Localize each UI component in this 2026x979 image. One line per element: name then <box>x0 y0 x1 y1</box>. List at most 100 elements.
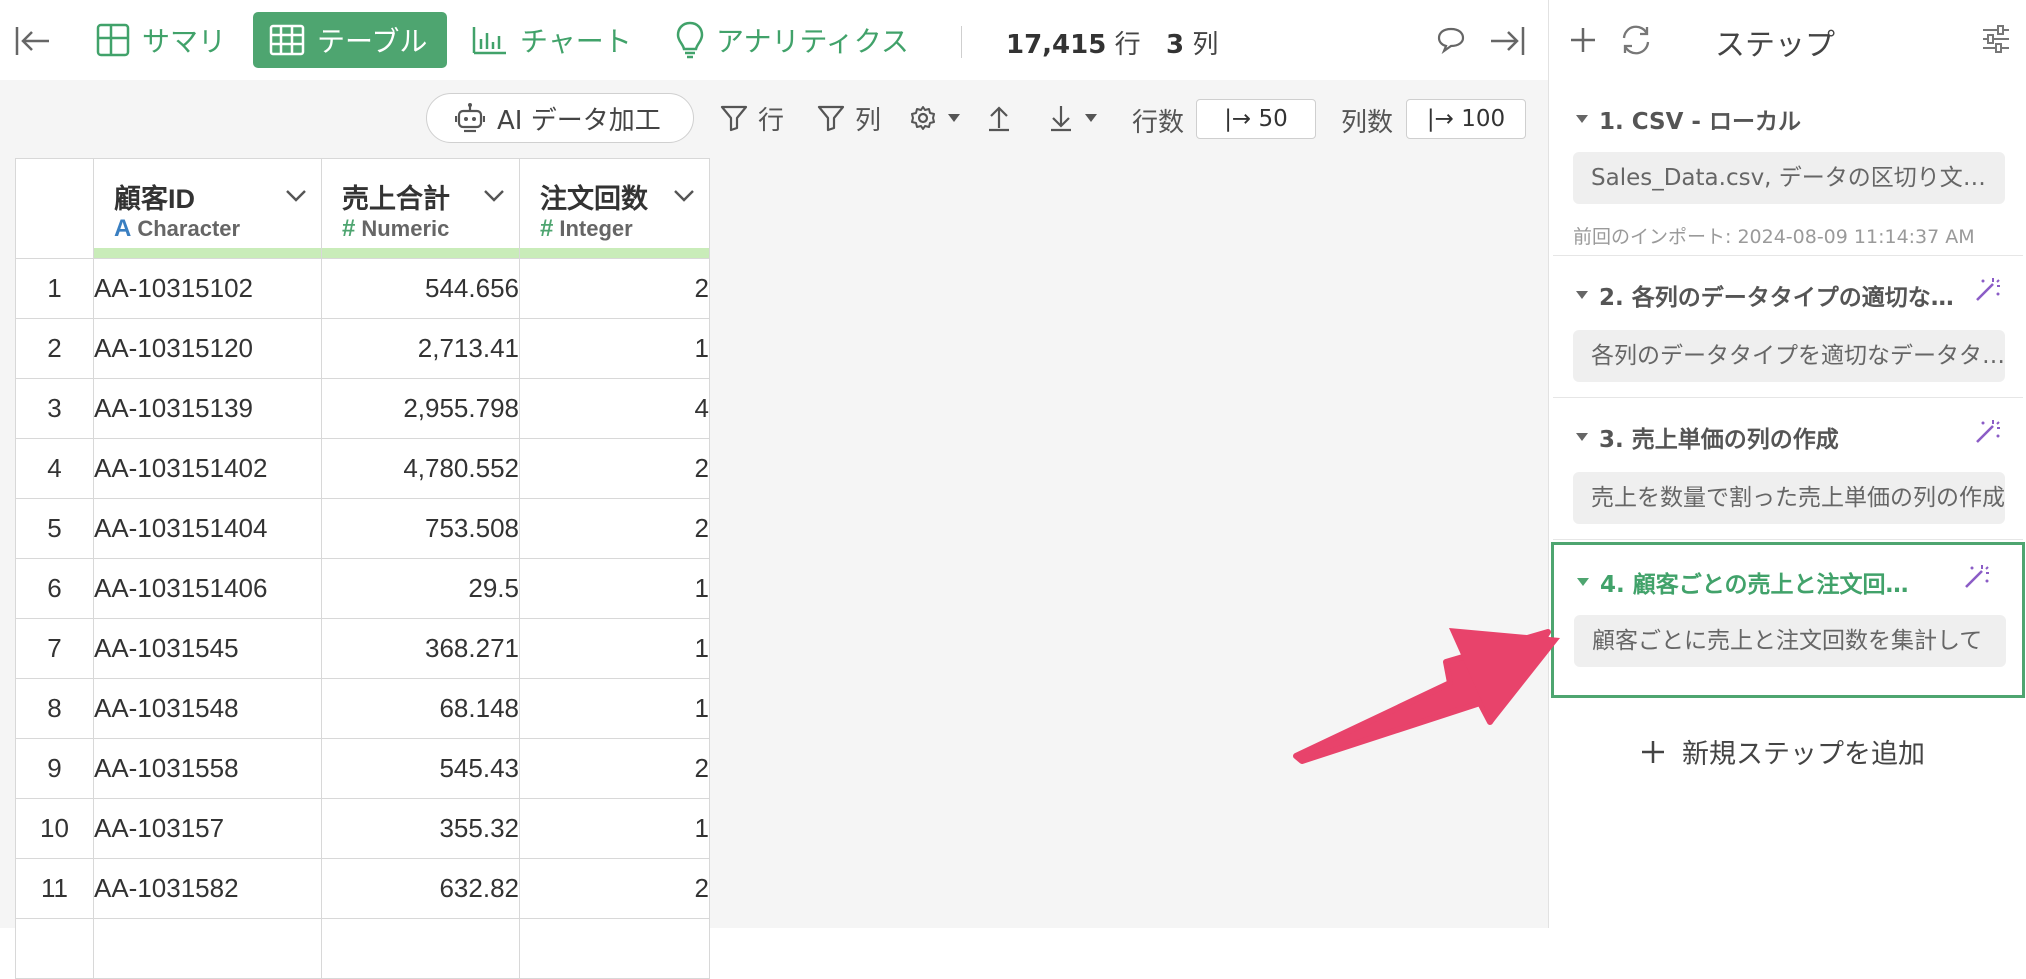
column-header-order-count[interactable]: 注文回数 # Integer <box>519 158 710 259</box>
step-title[interactable]: 3. 売上単価の列の作成 <box>1575 420 1839 454</box>
step-title-label: 4. 顧客ごとの売上と注文回数の集計 <box>1600 572 1930 598</box>
settings-sliders-icon[interactable] <box>1981 24 2011 54</box>
step-description[interactable]: 各列のデータタイプを適切なデータタイプに変換 <box>1573 330 2005 382</box>
tab-chart[interactable]: チャート <box>456 12 648 68</box>
cell-customer-id[interactable]: AA-103157 <box>93 798 322 859</box>
cell-total-sales[interactable]: 632.82 <box>321 858 520 919</box>
column-quality-bar <box>520 248 709 258</box>
tab-analytics[interactable]: アナリティクス <box>660 12 925 68</box>
step-1[interactable]: 1. CSV - ローカル Sales_Data.csv, データの区切り文字:… <box>1553 82 2023 256</box>
cell-total-sales[interactable]: 29.5 <box>321 558 520 619</box>
step-2[interactable]: 2. 各列のデータタイプの適切な変換 各列のデータタイプを適切なデータタイプに変… <box>1553 258 2023 398</box>
row-number: 11 <box>15 858 94 919</box>
filter-icon <box>720 104 748 132</box>
cell-customer-id[interactable]: AA-10315120 <box>93 318 322 379</box>
step-title[interactable]: 2. 各列のデータタイプの適切な変換 <box>1575 278 1959 312</box>
collapse-left-icon[interactable] <box>14 24 52 58</box>
column-type-label: Character <box>137 216 241 241</box>
cell-order-count[interactable]: 2 <box>519 258 710 319</box>
column-header-customer-id[interactable]: 顧客ID A Character <box>93 158 322 259</box>
step-title[interactable]: 1. CSV - ローカル <box>1575 102 1801 136</box>
column-type-label: Integer <box>559 216 633 241</box>
cell-customer-id[interactable]: AA-1031582 <box>93 858 322 919</box>
cell-total-sales[interactable]: 753.508 <box>321 498 520 559</box>
cell-total-sales[interactable]: 544.656 <box>321 258 520 319</box>
data-grid-area: 顧客ID A Character 売上合計 # Numeric 注文回数 # I… <box>0 158 1548 979</box>
cell-order-count[interactable]: 2 <box>519 738 710 799</box>
rows-count-input[interactable]: |→ 50 <box>1196 99 1316 139</box>
chevron-down-icon[interactable] <box>285 189 307 203</box>
table-row: 5 AA-103151404 753.508 2 <box>15 498 710 559</box>
step-description[interactable]: 顧客ごとに売上と注文回数を集計して <box>1574 615 2006 667</box>
cell-customer-id[interactable]: AA-103151404 <box>93 498 322 559</box>
cell-customer-id[interactable]: AA-1031545 <box>93 618 322 679</box>
tab-table[interactable]: テーブル <box>253 12 447 68</box>
filter-rows-button[interactable]: 行 <box>720 100 784 136</box>
cell-customer-id[interactable]: AA-10315102 <box>93 258 322 319</box>
cell-total-sales[interactable]: 368.271 <box>321 618 520 679</box>
cell-order-count[interactable]: 1 <box>519 678 710 739</box>
table-row: 6 AA-103151406 29.5 1 <box>15 558 710 619</box>
ai-data-wrangling-button[interactable]: AI データ加工 <box>426 93 694 143</box>
rows-count-label: 行数 <box>1132 108 1185 138</box>
step-4-active[interactable]: 4. 顧客ごとの売上と注文回数の集計 顧客ごとに売上と注文回数を集計して <box>1551 542 2025 698</box>
cell-order-count[interactable]: 2 <box>519 858 710 919</box>
table-row: 11 AA-1031582 632.82 2 <box>15 858 710 919</box>
character-type-icon: A <box>114 215 132 242</box>
arrow-up-icon <box>986 104 1012 132</box>
cell-order-count[interactable]: 2 <box>519 438 710 499</box>
step-3[interactable]: 3. 売上単価の列の作成 売上を数量で割った売上単価の列の作成 <box>1553 400 2023 540</box>
collapse-right-icon[interactable] <box>1488 24 1526 58</box>
comment-icon[interactable] <box>1436 26 1466 54</box>
cell-total-sales[interactable]: 2,955.798 <box>321 378 520 439</box>
cell-total-sales[interactable]: 4,780.552 <box>321 438 520 499</box>
cell-order-count[interactable]: 1 <box>519 558 710 619</box>
magic-wand-icon <box>1973 276 2001 304</box>
cell-customer-id[interactable]: AA-103151402 <box>93 438 322 499</box>
cell-total-sales[interactable]: 545.43 <box>321 738 520 799</box>
cell-customer-id[interactable]: AA-1031558 <box>93 738 322 799</box>
table-row: 8 AA-1031548 68.148 1 <box>15 678 710 739</box>
divider <box>961 26 962 58</box>
tab-summary[interactable]: サマリ <box>80 12 242 68</box>
table-row: 3 AA-10315139 2,955.798 4 <box>15 378 710 439</box>
numeric-type-icon: # <box>342 215 356 242</box>
row-number: 7 <box>15 618 94 679</box>
cell-order-count[interactable]: 1 <box>519 318 710 379</box>
cell-customer-id[interactable]: AA-103151406 <box>93 558 322 619</box>
sort-descending-dropdown[interactable] <box>1048 100 1098 136</box>
chevron-down-icon[interactable] <box>673 189 695 203</box>
chevron-down-icon[interactable] <box>483 189 505 203</box>
cell-total-sales[interactable]: 68.148 <box>321 678 520 739</box>
row-number: 4 <box>15 438 94 499</box>
cell-total-sales[interactable]: 2,713.41 <box>321 318 520 379</box>
row-number: 9 <box>15 738 94 799</box>
cell-order-count[interactable]: 4 <box>519 378 710 439</box>
column-header-total-sales[interactable]: 売上合計 # Numeric <box>321 158 520 259</box>
filter-columns-button[interactable]: 列 <box>817 100 881 136</box>
cell-customer-id[interactable]: AA-1031548 <box>93 678 322 739</box>
plus-icon <box>1640 739 1666 765</box>
tab-table-label: テーブル <box>317 25 428 58</box>
cell-order-count[interactable]: 1 <box>519 798 710 859</box>
add-step-button[interactable]: 新規ステップを追加 <box>1640 732 1925 771</box>
row-number-header <box>15 158 94 259</box>
tab-chart-label: チャート <box>520 25 632 58</box>
step-description[interactable]: Sales_Data.csv, データの区切り文字: カンマ <box>1573 152 2005 204</box>
cell-total-sales[interactable]: 355.32 <box>321 798 520 859</box>
cell-order-count[interactable]: 1 <box>519 618 710 679</box>
plus-icon[interactable] <box>1569 26 1597 54</box>
cell-customer-id[interactable]: AA-10315139 <box>93 378 322 439</box>
settings-dropdown[interactable] <box>909 100 961 136</box>
step-description[interactable]: 売上を数量で割った売上単価の列の作成 <box>1573 472 2005 524</box>
cell-order-count[interactable]: 2 <box>519 498 710 559</box>
row-count-unit: 行 <box>1114 30 1141 60</box>
sort-ascending-button[interactable] <box>986 100 1012 136</box>
table-icon <box>269 24 305 56</box>
bar-chart-icon <box>472 25 508 55</box>
refresh-icon[interactable] <box>1619 24 1653 56</box>
step-title[interactable]: 4. 顧客ごとの売上と注文回数の集計 <box>1576 565 1930 599</box>
caret-down-icon <box>947 113 961 123</box>
caret-down-icon <box>1575 432 1589 442</box>
cols-count-input[interactable]: |→ 100 <box>1406 99 1526 139</box>
